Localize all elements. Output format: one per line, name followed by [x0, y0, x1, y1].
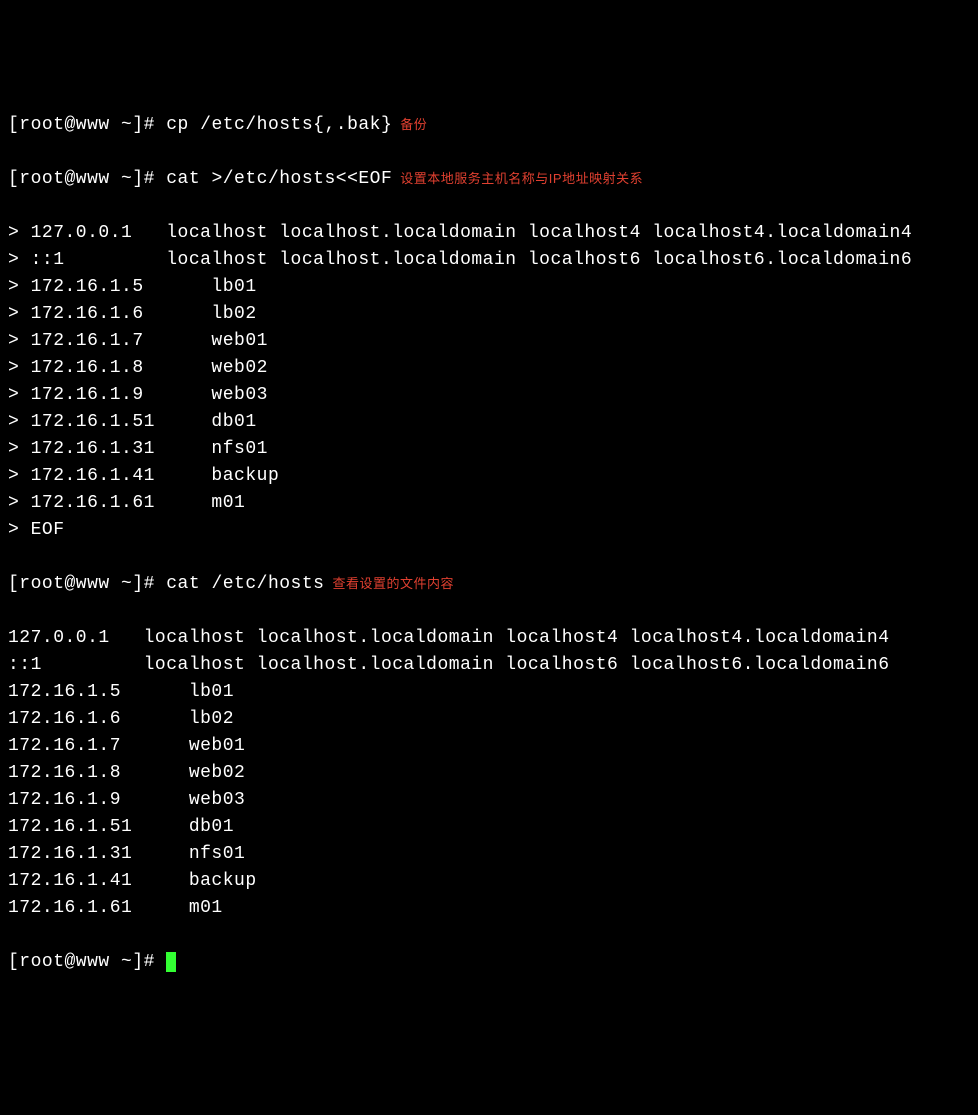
output-line: 127.0.0.1 localhost localhost.localdomai… [8, 625, 970, 652]
heredoc-line: > 172.16.1.7 web01 [8, 328, 970, 355]
heredoc-line: > 172.16.1.41 backup [8, 463, 970, 490]
output-line: ::1 localhost localhost.localdomain loca… [8, 652, 970, 679]
heredoc-line: > ::1 localhost localhost.localdomain lo… [8, 247, 970, 274]
output-line: 172.16.1.8 web02 [8, 760, 970, 787]
heredoc-block: > 127.0.0.1 localhost localhost.localdom… [8, 220, 970, 544]
command-text: cp /etc/hosts{,.bak} [166, 115, 392, 135]
prompt: [root@www ~]# [8, 574, 166, 594]
annotation-1: 备份 [400, 117, 427, 132]
cmd-line-1: [root@www ~]# cp /etc/hosts{,.bak} 备份 [8, 112, 970, 139]
annotation-2: 设置本地服务主机名称与IP地址映射关系 [400, 171, 643, 186]
heredoc-line: > 172.16.1.31 nfs01 [8, 436, 970, 463]
output-line: 172.16.1.31 nfs01 [8, 841, 970, 868]
cmd-line-3: [root@www ~]# cat /etc/hosts 查看设置的文件内容 [8, 571, 970, 598]
command-text: cat >/etc/hosts<<EOF [166, 169, 392, 189]
cmd-line-4[interactable]: [root@www ~]# [8, 949, 970, 976]
heredoc-line: > 172.16.1.6 lb02 [8, 301, 970, 328]
heredoc-line: > 172.16.1.61 m01 [8, 490, 970, 517]
command-text: cat /etc/hosts [166, 574, 324, 594]
annotation-3: 查看设置的文件内容 [332, 576, 454, 591]
prompt: [root@www ~]# [8, 952, 166, 972]
output-line: 172.16.1.5 lb01 [8, 679, 970, 706]
output-line: 172.16.1.41 backup [8, 868, 970, 895]
cursor-icon [166, 952, 176, 972]
output-line: 172.16.1.9 web03 [8, 787, 970, 814]
heredoc-line: > 172.16.1.8 web02 [8, 355, 970, 382]
output-line: 172.16.1.7 web01 [8, 733, 970, 760]
heredoc-line: > 172.16.1.9 web03 [8, 382, 970, 409]
prompt: [root@www ~]# [8, 115, 166, 135]
output-line: 172.16.1.51 db01 [8, 814, 970, 841]
cmd-line-2: [root@www ~]# cat >/etc/hosts<<EOF 设置本地服务… [8, 166, 970, 193]
heredoc-line: > 172.16.1.5 lb01 [8, 274, 970, 301]
output-line: 172.16.1.6 lb02 [8, 706, 970, 733]
heredoc-line: > EOF [8, 517, 970, 544]
prompt: [root@www ~]# [8, 169, 166, 189]
heredoc-line: > 127.0.0.1 localhost localhost.localdom… [8, 220, 970, 247]
output-line: 172.16.1.61 m01 [8, 895, 970, 922]
heredoc-line: > 172.16.1.51 db01 [8, 409, 970, 436]
output-block: 127.0.0.1 localhost localhost.localdomai… [8, 625, 970, 922]
